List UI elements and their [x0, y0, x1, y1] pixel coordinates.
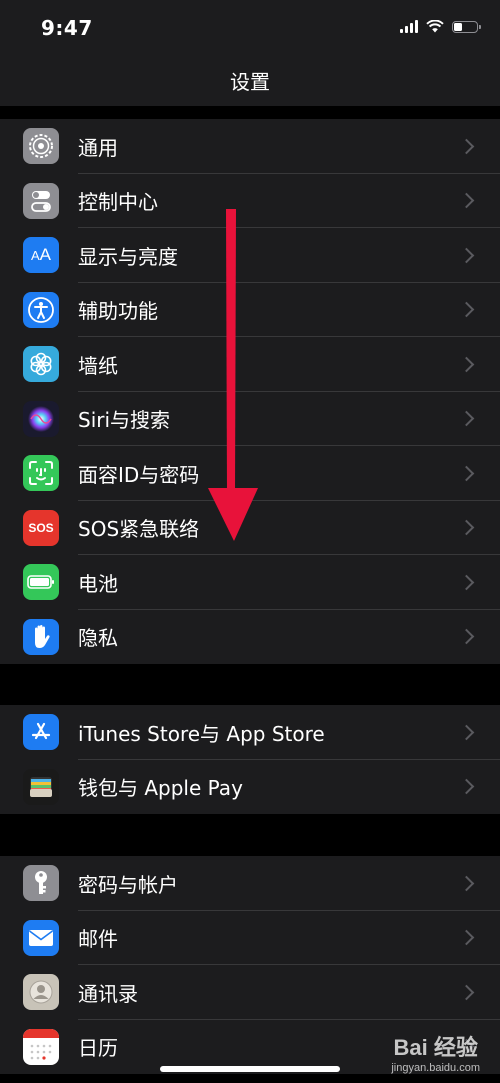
sos-icon: SOS [23, 509, 59, 546]
row-label: 密码与帐户 [78, 872, 178, 897]
toggles-icon [23, 182, 59, 219]
row-label: 面容ID与密码 [78, 462, 200, 487]
app-store-icon [23, 714, 59, 751]
watermark-url: jingyan.baidu.com [391, 1062, 480, 1074]
accessibility-icon [23, 291, 59, 328]
row-label: 邮件 [78, 927, 118, 952]
row-label: 辅助功能 [78, 299, 158, 324]
chevron-right-icon [458, 410, 475, 427]
baidu-watermark: Bai 经验 jingyan.baidu.com [391, 1030, 480, 1074]
row-label: 显示与亮度 [78, 244, 178, 269]
settings-screen: 9:47 设置 通用 控制中心 AA 显示与亮度 辅助功能 墙纸 Siri与搜索… [0, 0, 500, 1083]
row-label: 控制中心 [78, 190, 158, 215]
cellular-signal-icon [400, 20, 418, 33]
chevron-right-icon [458, 138, 475, 155]
mail-icon [23, 919, 59, 956]
chevron-right-icon [458, 574, 475, 591]
key-icon [23, 865, 59, 902]
chevron-right-icon [458, 778, 475, 795]
wallet-icon [23, 768, 59, 805]
chevron-right-icon [458, 356, 475, 373]
calendar-icon [23, 1028, 59, 1065]
settings-row-contacts[interactable]: 通讯录 [0, 965, 500, 1020]
row-label: 日历 [78, 1036, 118, 1061]
row-label: iTunes Store与 App Store [78, 721, 325, 746]
hand-icon [23, 618, 59, 655]
face-id-icon [23, 455, 59, 492]
scroll-down-arrow-icon [208, 209, 258, 541]
row-label: 电池 [78, 571, 118, 596]
row-label: SOS紧急联络 [78, 517, 200, 542]
home-indicator[interactable] [160, 1066, 340, 1072]
siri-icon [23, 400, 59, 437]
row-label: 通讯录 [78, 981, 138, 1006]
chevron-right-icon [458, 247, 475, 264]
watermark-logo: Bai 经验 [393, 1035, 478, 1060]
chevron-right-icon [458, 929, 475, 946]
status-icons [400, 20, 481, 33]
settings-row-general[interactable]: 通用 [0, 119, 500, 174]
chevron-right-icon [458, 519, 475, 536]
battery-icon [23, 564, 59, 601]
battery-status-icon [452, 20, 481, 33]
page-title: 设置 [230, 70, 270, 94]
row-label: Siri与搜索 [78, 408, 171, 433]
row-label: 通用 [78, 135, 118, 160]
chevron-right-icon [458, 984, 475, 1001]
settings-group-2: iTunes Store与 App Store 钱包与 Apple Pay [0, 705, 500, 814]
top-bar: 9:47 设置 [0, 0, 500, 106]
row-label: 钱包与 Apple Pay [78, 776, 243, 801]
settings-row-app-store[interactable]: iTunes Store与 App Store [0, 705, 500, 760]
chevron-right-icon [458, 875, 475, 892]
settings-row-privacy[interactable]: 隐私 [0, 610, 500, 665]
gear-icon [23, 128, 59, 165]
chevron-right-icon [458, 301, 475, 318]
chevron-right-icon [458, 628, 475, 645]
chevron-right-icon [458, 192, 475, 209]
settings-row-wallet[interactable]: 钱包与 Apple Pay [0, 760, 500, 815]
settings-row-mail[interactable]: 邮件 [0, 911, 500, 965]
flower-icon [23, 346, 59, 383]
chevron-right-icon [458, 465, 475, 482]
settings-row-passwords[interactable]: 密码与帐户 [0, 856, 500, 911]
chevron-right-icon [458, 724, 475, 741]
row-label: 隐私 [78, 626, 118, 651]
wifi-icon [426, 20, 444, 33]
row-label: 墙纸 [78, 353, 118, 378]
settings-row-battery[interactable]: 电池 [0, 555, 500, 610]
status-time: 9:47 [41, 16, 93, 40]
contacts-icon [23, 974, 59, 1011]
text-size-icon: AA [23, 237, 59, 274]
